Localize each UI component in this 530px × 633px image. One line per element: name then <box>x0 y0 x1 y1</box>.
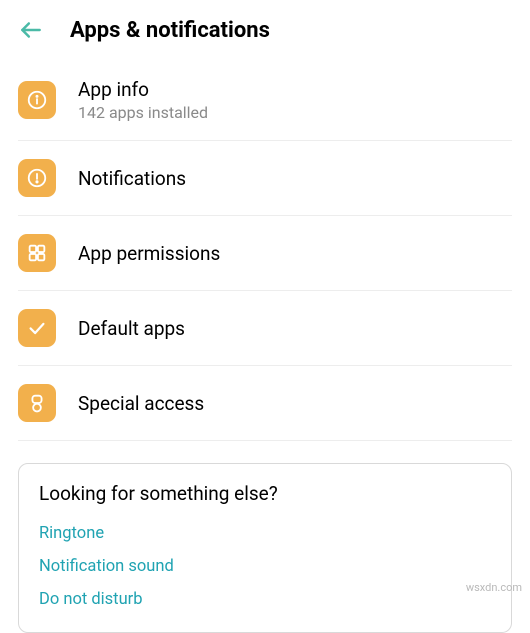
list-item-app-permissions[interactable]: App permissions <box>18 216 512 291</box>
watermark: wsxdn.com <box>466 581 522 594</box>
list-item-text: Notifications <box>78 167 186 190</box>
list-item-title: App info <box>78 78 208 101</box>
list-item-text: Default apps <box>78 317 185 340</box>
alert-icon <box>18 159 56 197</box>
list-item-text: Special access <box>78 392 204 415</box>
list-item-special-access[interactable]: Special access <box>18 366 512 441</box>
suggestion-link-notification-sound[interactable]: Notification sound <box>39 550 491 583</box>
list-item-text: App permissions <box>78 242 220 265</box>
list-item-subtitle: 142 apps installed <box>78 103 208 122</box>
list-item-title: Default apps <box>78 317 185 340</box>
info-icon <box>18 81 56 119</box>
header: Apps & notifications <box>0 0 530 60</box>
check-icon <box>18 309 56 347</box>
grid-icon <box>18 234 56 272</box>
page-title: Apps & notifications <box>70 18 270 43</box>
list-item-title: Special access <box>78 392 204 415</box>
suggestion-heading: Looking for something else? <box>39 482 491 505</box>
back-arrow-icon[interactable] <box>18 17 44 43</box>
list-item-text: App info 142 apps installed <box>78 78 208 122</box>
suggestion-link-ringtone[interactable]: Ringtone <box>39 517 491 550</box>
list-item-notifications[interactable]: Notifications <box>18 141 512 216</box>
list-item-app-info[interactable]: App info 142 apps installed <box>18 60 512 141</box>
suggestion-card: Looking for something else? Ringtone Not… <box>18 463 512 633</box>
list-item-title: Notifications <box>78 167 186 190</box>
special-access-icon <box>18 384 56 422</box>
settings-list: App info 142 apps installed Notification… <box>0 60 530 441</box>
list-item-default-apps[interactable]: Default apps <box>18 291 512 366</box>
list-item-title: App permissions <box>78 242 220 265</box>
